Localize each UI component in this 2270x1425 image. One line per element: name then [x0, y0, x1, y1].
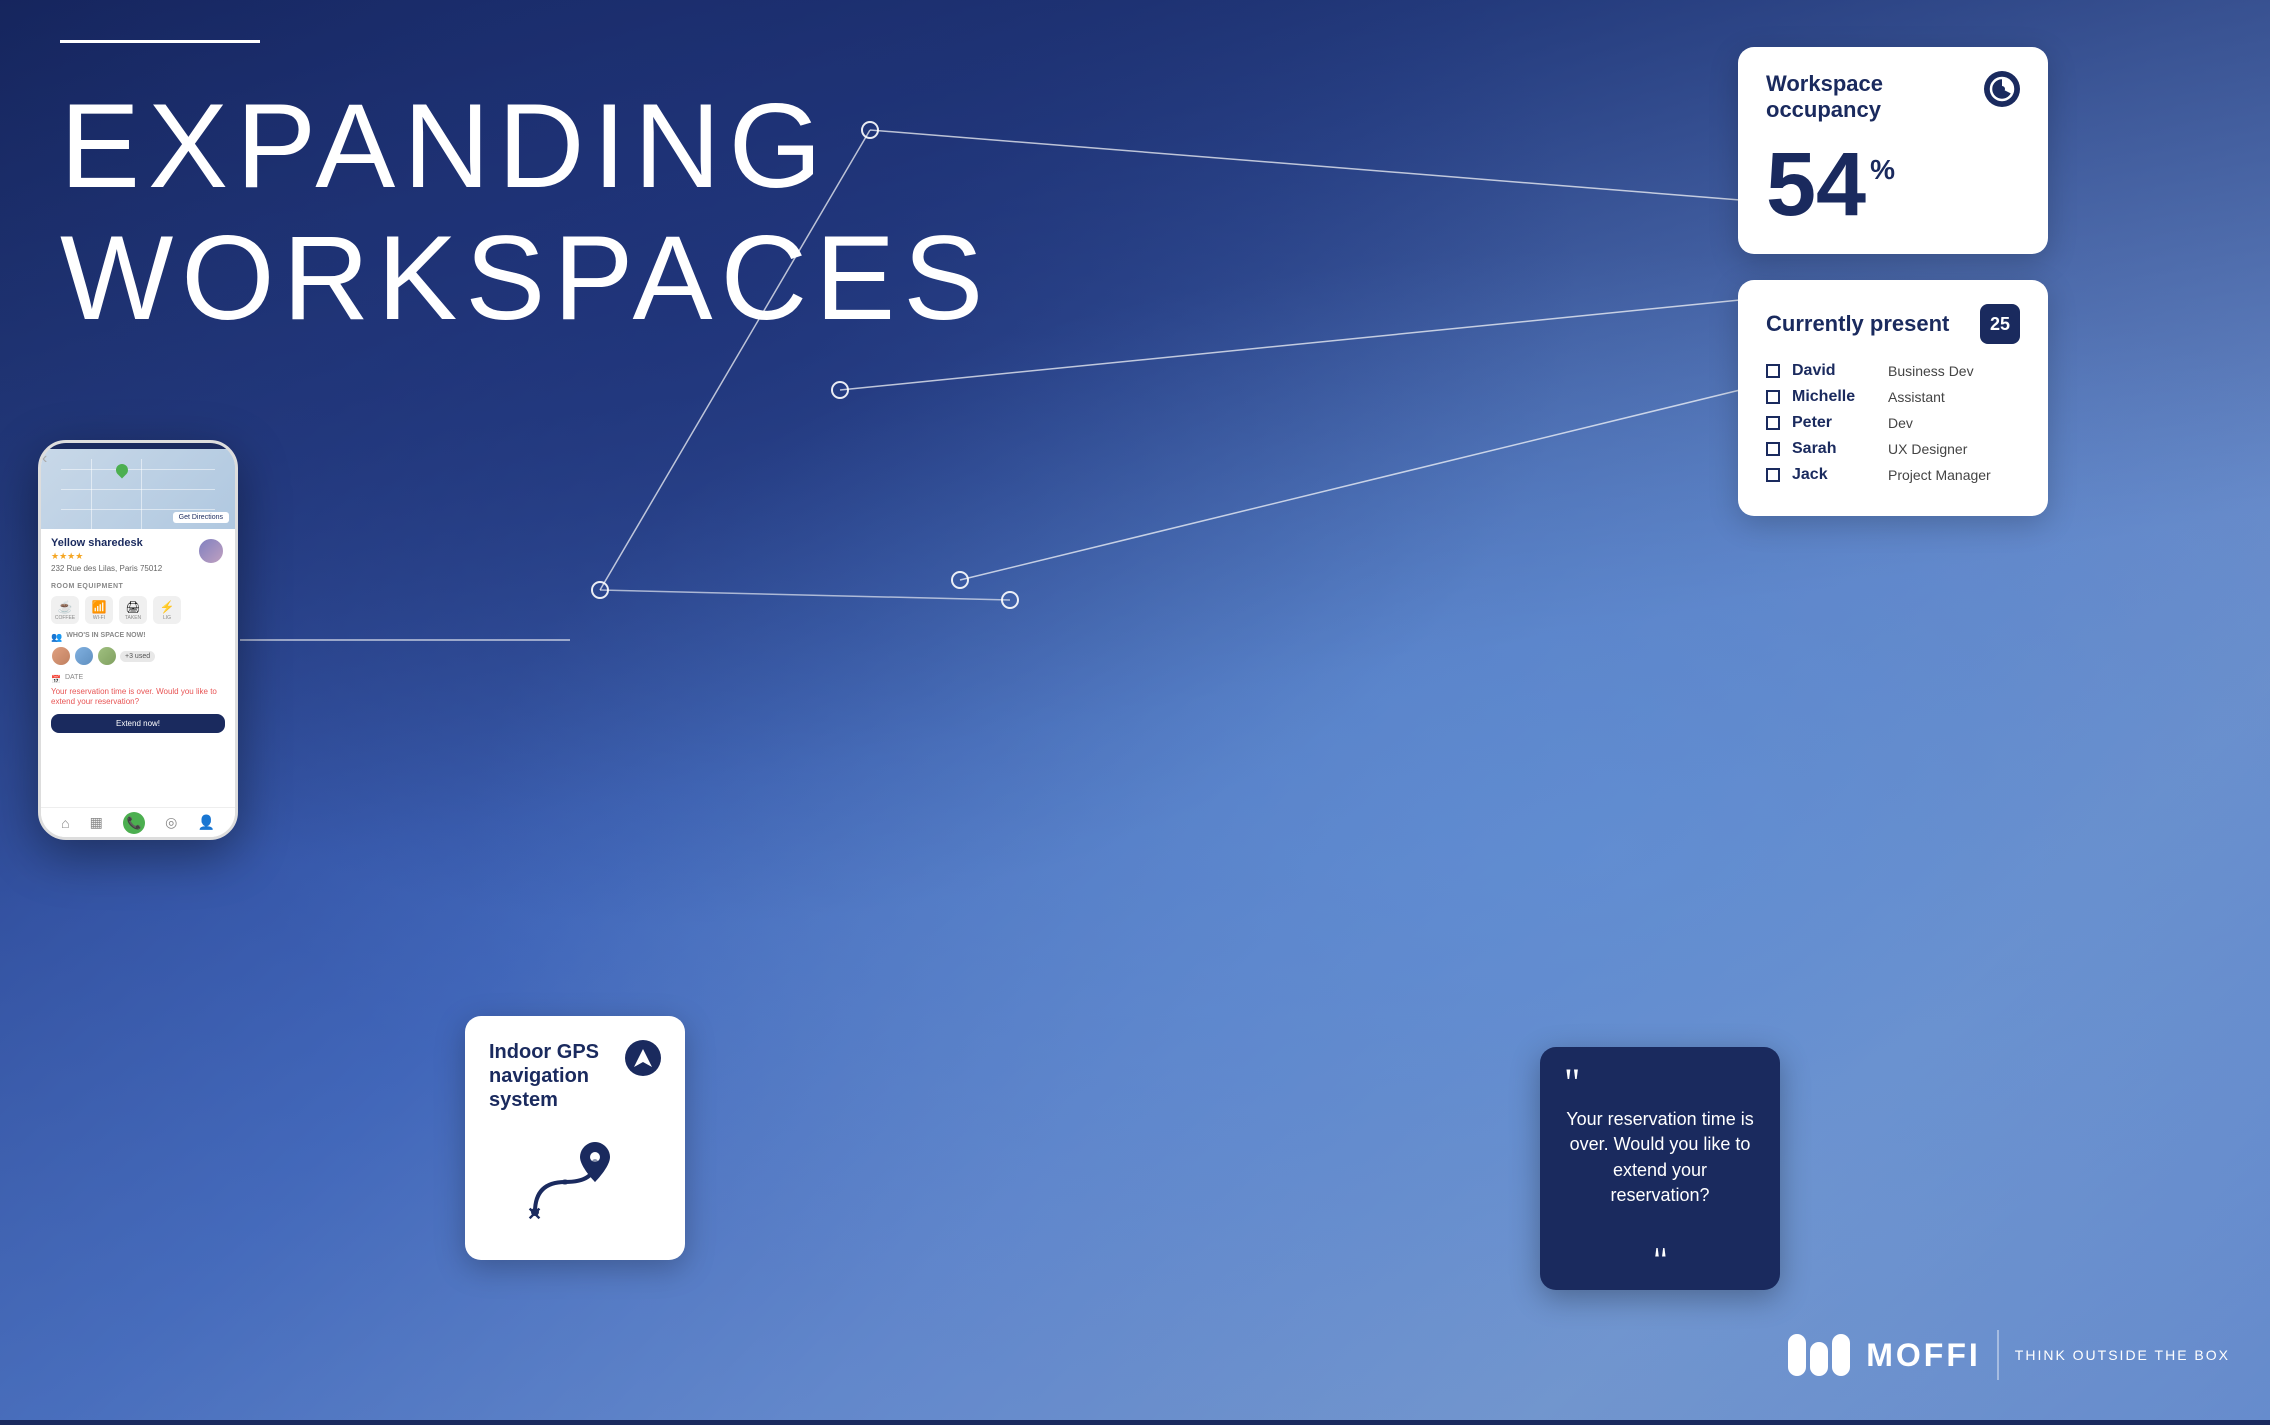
logo-shape-1	[1788, 1334, 1806, 1376]
phone-bottom-nav: ⌂ ▦ 📞 ◎ 👤	[41, 807, 235, 837]
phone-nav-profile[interactable]: 👤	[197, 814, 214, 831]
amenity-wifi: 📶 WI-FI	[85, 596, 113, 624]
gps-illustration: ✕	[489, 1132, 661, 1232]
present-count-badge: 25	[1980, 304, 2020, 344]
phone-address: 232 Rue des Lilas, Paris 75012	[51, 564, 162, 573]
card-workspace-occupancy: Workspace occupancy 54 %	[1738, 47, 2048, 254]
person-role: Business Dev	[1888, 363, 2020, 379]
list-item: Sarah UX Designer	[1766, 440, 2020, 458]
list-item: Peter Dev	[1766, 414, 2020, 432]
amenity-label: WI-FI	[93, 615, 105, 621]
navigation-icon	[625, 1040, 661, 1076]
phone-user-avatar	[197, 537, 225, 565]
card-indoor-gps: Indoor GPS navigation system ✕	[465, 1016, 685, 1260]
list-item: David Business Dev	[1766, 362, 2020, 380]
person-role: Assistant	[1888, 389, 2020, 405]
person-role: UX Designer	[1888, 441, 2020, 457]
pie-chart-icon	[1984, 71, 2020, 107]
checkbox-michelle	[1766, 390, 1780, 404]
amenity-coffee: ☕ COFFEE	[51, 596, 79, 624]
phone-reservation-text: Your reservation time is over. Would you…	[51, 687, 225, 708]
logo-shape-2	[1810, 1342, 1828, 1376]
amenity-power: ⚡ LIG	[153, 596, 181, 624]
person-name: Jack	[1792, 466, 1882, 484]
avatar-2	[74, 646, 94, 666]
headline-block: EXPANDING WORKSPACES	[60, 80, 991, 344]
quote-top-icon: "	[1564, 1071, 1756, 1095]
occupancy-title: Workspace occupancy	[1766, 71, 1984, 124]
phone-venue-name: Yellow sharedesk	[51, 537, 162, 549]
amenity-label: COFFEE	[55, 615, 75, 621]
get-directions-label: Get Directions	[173, 512, 229, 523]
present-count: 25	[1990, 314, 2010, 335]
phone-screen: Get Directions Yellow sharedesk ★★★★ 232…	[41, 443, 235, 837]
amenity-printer: 🖨 TAKEN	[119, 596, 147, 624]
moffi-logo-mark	[1788, 1334, 1850, 1376]
headline-line2: WORKSPACES	[60, 212, 991, 344]
amenity-label: LIG	[163, 615, 171, 621]
gps-title: Indoor GPS navigation system	[489, 1040, 625, 1112]
logo-area: MOFFI THINK OUTSIDE THE BOX	[1788, 1330, 2230, 1380]
phone-nav-settings[interactable]: ◎	[165, 814, 177, 831]
phone-date-label: DATE	[65, 674, 83, 681]
person-name: Peter	[1792, 414, 1882, 432]
quote-bottom-icon: "	[1653, 1224, 1668, 1266]
avatar-1	[51, 646, 71, 666]
phone-whoin-section: WHO'S IN SPACE NOW!	[66, 632, 145, 639]
phone-stars: ★★★★	[51, 551, 162, 562]
logo-divider	[1997, 1330, 1999, 1380]
phone-nav-phone[interactable]: 📞	[123, 812, 145, 834]
phone-mockup: Get Directions Yellow sharedesk ★★★★ 232…	[38, 440, 238, 840]
reservation-text: Your reservation time is over. Would you…	[1564, 1107, 1756, 1208]
checkbox-jack	[1766, 468, 1780, 482]
person-role: Project Manager	[1888, 467, 2020, 483]
checkbox-peter	[1766, 416, 1780, 430]
person-role: Dev	[1888, 415, 2020, 431]
person-list: David Business Dev Michelle Assistant Pe…	[1766, 362, 2020, 484]
phone-amenities: ☕ COFFEE 📶 WI-FI 🖨 TAKEN ⚡ LIG	[51, 596, 225, 624]
phone-content: Yellow sharedesk ★★★★ 232 Rue des Lilas,…	[41, 529, 235, 807]
logo-tagline: THINK OUTSIDE THE BOX	[2015, 1347, 2230, 1363]
phone-avatar-count: +3 used	[120, 651, 155, 662]
occupancy-value: 54	[1766, 140, 1866, 230]
logo-shape-3	[1832, 1334, 1850, 1376]
phone-nav-search[interactable]: ▦	[90, 814, 103, 831]
phone-map-area: Get Directions	[41, 449, 235, 529]
card-reservation: " Your reservation time is over. Would y…	[1540, 1047, 1780, 1290]
person-name: Sarah	[1792, 440, 1882, 458]
moffi-brand-name: MOFFI	[1866, 1337, 1981, 1374]
checkbox-david	[1766, 364, 1780, 378]
card-currently-present: Currently present 25 David Business Dev …	[1738, 280, 2048, 516]
person-name: David	[1792, 362, 1882, 380]
headline-line1: EXPANDING	[60, 80, 991, 212]
phone-avatars: +3 used	[51, 646, 225, 666]
list-item: Michelle Assistant	[1766, 388, 2020, 406]
phone-nav-home[interactable]: ⌂	[61, 815, 69, 831]
top-decorative-line	[60, 40, 260, 43]
avatar-3	[97, 646, 117, 666]
list-item: Jack Project Manager	[1766, 466, 2020, 484]
amenity-label: TAKEN	[125, 615, 141, 621]
present-title: Currently present	[1766, 311, 1949, 337]
person-name: Michelle	[1792, 388, 1882, 406]
occupancy-unit: %	[1870, 156, 1895, 184]
phone-equipment-section: ROOM EQUIPMENT	[51, 583, 225, 590]
checkbox-sarah	[1766, 442, 1780, 456]
phone-back-button[interactable]: ‹	[42, 450, 47, 468]
extend-now-button[interactable]: Extend now!	[51, 714, 225, 733]
